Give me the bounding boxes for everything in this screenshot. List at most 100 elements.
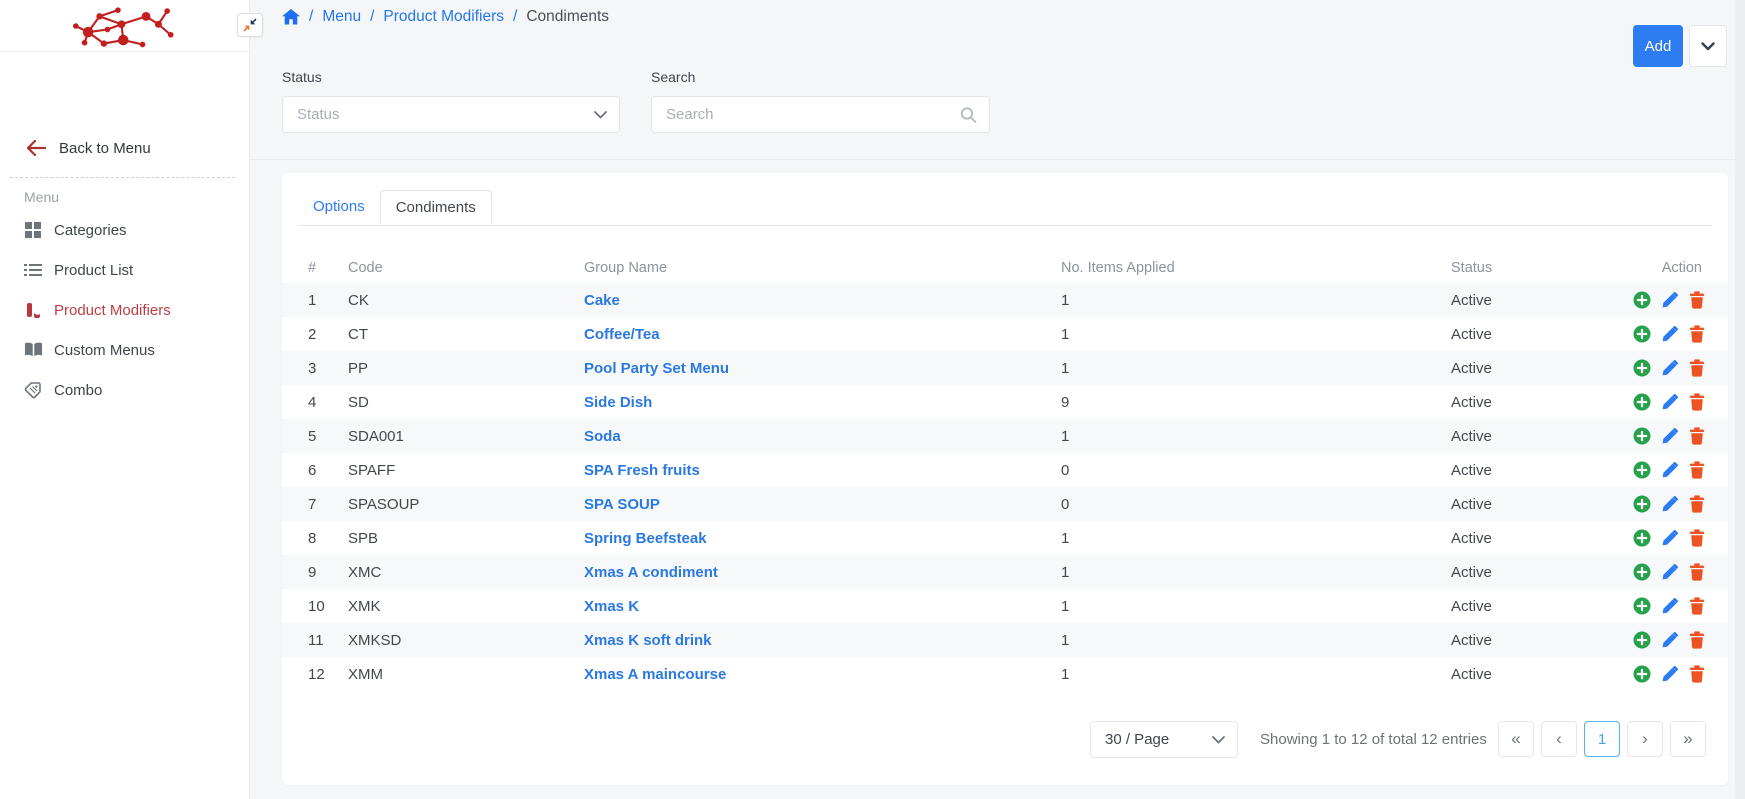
grid-icon bbox=[24, 221, 43, 240]
delete-icon[interactable] bbox=[1689, 291, 1707, 309]
delete-icon[interactable] bbox=[1689, 631, 1707, 649]
add-item-icon[interactable] bbox=[1633, 529, 1651, 547]
delete-icon[interactable] bbox=[1689, 325, 1707, 343]
sidebar-collapse-button[interactable] bbox=[237, 13, 263, 37]
cell-items-applied: 1 bbox=[1061, 428, 1451, 445]
delete-icon[interactable] bbox=[1689, 665, 1707, 683]
col-header-code: Code bbox=[348, 260, 584, 276]
edit-icon[interactable] bbox=[1661, 393, 1679, 411]
cell-code: SPAFF bbox=[348, 462, 584, 479]
cell-items-applied: 1 bbox=[1061, 360, 1451, 377]
cell-status: Active bbox=[1451, 530, 1633, 547]
delete-icon[interactable] bbox=[1689, 393, 1707, 411]
page-size-select[interactable]: 30 / Page bbox=[1090, 721, 1238, 758]
delete-icon[interactable] bbox=[1689, 461, 1707, 479]
group-name-link[interactable]: Spring Beefsteak bbox=[584, 530, 707, 547]
status-select[interactable]: Status bbox=[282, 96, 620, 133]
breadcrumb-link-product-modifiers[interactable]: Product Modifiers bbox=[383, 8, 504, 26]
add-button[interactable]: Add bbox=[1633, 25, 1683, 67]
cell-status: Active bbox=[1451, 462, 1633, 479]
add-item-icon[interactable] bbox=[1633, 393, 1651, 411]
edit-icon[interactable] bbox=[1661, 461, 1679, 479]
add-item-icon[interactable] bbox=[1633, 325, 1651, 343]
add-item-icon[interactable] bbox=[1633, 597, 1651, 615]
edit-icon[interactable] bbox=[1661, 631, 1679, 649]
breadcrumb-separator: / bbox=[513, 8, 517, 26]
add-item-icon[interactable] bbox=[1633, 427, 1651, 445]
cell-action bbox=[1633, 393, 1707, 411]
group-name-link[interactable]: Xmas A condiment bbox=[584, 564, 718, 581]
table-row: 3 PP Pool Party Set Menu 1 Active bbox=[282, 351, 1728, 385]
add-item-icon[interactable] bbox=[1633, 359, 1651, 377]
add-item-icon[interactable] bbox=[1633, 291, 1651, 309]
sidebar-item-label: Custom Menus bbox=[54, 342, 155, 359]
edit-icon[interactable] bbox=[1661, 495, 1679, 513]
back-to-menu-button[interactable]: Back to Menu bbox=[0, 133, 249, 163]
sidebar-item-combo[interactable]: Combo bbox=[0, 370, 249, 410]
edit-icon[interactable] bbox=[1661, 665, 1679, 683]
sidebar-item-custom-menus[interactable]: Custom Menus bbox=[0, 330, 249, 370]
delete-icon[interactable] bbox=[1689, 597, 1707, 615]
edit-icon[interactable] bbox=[1661, 359, 1679, 377]
sidebar: Back to Menu Menu Categories Product Lis… bbox=[0, 0, 250, 799]
edit-icon[interactable] bbox=[1661, 563, 1679, 581]
search-input[interactable] bbox=[652, 97, 989, 132]
add-item-icon[interactable] bbox=[1633, 495, 1651, 513]
breadcrumb-link-menu[interactable]: Menu bbox=[322, 8, 361, 26]
cell-code: CT bbox=[348, 326, 584, 343]
group-name-link[interactable]: Soda bbox=[584, 428, 621, 445]
search-filter-group: Search bbox=[651, 69, 990, 133]
group-name-link[interactable]: Xmas K soft drink bbox=[584, 632, 712, 649]
tab-condiments[interactable]: Condiments bbox=[380, 190, 492, 225]
sidebar-nav: Categories Product List Product Modifier… bbox=[0, 210, 249, 410]
back-to-menu-label: Back to Menu bbox=[59, 140, 151, 157]
group-name-link[interactable]: Xmas A maincourse bbox=[584, 666, 726, 683]
delete-icon[interactable] bbox=[1689, 529, 1707, 547]
sidebar-item-product-modifiers[interactable]: Product Modifiers bbox=[0, 290, 249, 330]
edit-icon[interactable] bbox=[1661, 597, 1679, 615]
edit-icon[interactable] bbox=[1661, 529, 1679, 547]
cell-action bbox=[1633, 291, 1707, 309]
home-icon[interactable] bbox=[282, 9, 300, 25]
cell-code: CK bbox=[348, 292, 584, 309]
add-item-icon[interactable] bbox=[1633, 563, 1651, 581]
brand-logo-icon[interactable] bbox=[67, 3, 183, 49]
tab-options[interactable]: Options bbox=[298, 190, 380, 225]
sidebar-item-label: Product Modifiers bbox=[54, 302, 171, 319]
group-name-link[interactable]: Coffee/Tea bbox=[584, 326, 660, 343]
pagination-first-button[interactable]: « bbox=[1498, 721, 1534, 757]
sidebar-item-product-list[interactable]: Product List bbox=[0, 250, 249, 290]
breadcrumb-separator: / bbox=[370, 8, 374, 26]
delete-icon[interactable] bbox=[1689, 495, 1707, 513]
edit-icon[interactable] bbox=[1661, 291, 1679, 309]
app-window: Back to Menu Menu Categories Product Lis… bbox=[0, 0, 1745, 799]
add-item-icon[interactable] bbox=[1633, 461, 1651, 479]
group-name-link[interactable]: Side Dish bbox=[584, 394, 652, 411]
sidebar-item-label: Product List bbox=[54, 262, 133, 279]
group-name-link[interactable]: Cake bbox=[584, 292, 620, 309]
sidebar-item-categories[interactable]: Categories bbox=[0, 210, 249, 250]
add-item-icon[interactable] bbox=[1633, 665, 1651, 683]
add-item-icon[interactable] bbox=[1633, 631, 1651, 649]
group-name-link[interactable]: Pool Party Set Menu bbox=[584, 360, 729, 377]
group-name-link[interactable]: Xmas K bbox=[584, 598, 639, 615]
page-scrollbar[interactable] bbox=[1735, 0, 1745, 799]
pagination-prev-button[interactable]: ‹ bbox=[1541, 721, 1577, 757]
status-select-placeholder: Status bbox=[297, 106, 340, 123]
group-name-link[interactable]: SPA SOUP bbox=[584, 496, 660, 513]
cell-status: Active bbox=[1451, 292, 1633, 309]
delete-icon[interactable] bbox=[1689, 427, 1707, 445]
cell-num: 12 bbox=[308, 666, 348, 683]
pagination-next-button[interactable]: › bbox=[1627, 721, 1663, 757]
edit-icon[interactable] bbox=[1661, 427, 1679, 445]
group-name-link[interactable]: SPA Fresh fruits bbox=[584, 462, 700, 479]
pagination-page-1-button[interactable]: 1 bbox=[1584, 721, 1620, 757]
table-row: 2 CT Coffee/Tea 1 Active bbox=[282, 317, 1728, 351]
pagination-last-button[interactable]: » bbox=[1670, 721, 1706, 757]
add-dropdown-button[interactable] bbox=[1689, 25, 1727, 67]
delete-icon[interactable] bbox=[1689, 563, 1707, 581]
logo-area bbox=[0, 0, 249, 52]
edit-icon[interactable] bbox=[1661, 325, 1679, 343]
collapse-arrows-icon bbox=[242, 17, 258, 33]
delete-icon[interactable] bbox=[1689, 359, 1707, 377]
